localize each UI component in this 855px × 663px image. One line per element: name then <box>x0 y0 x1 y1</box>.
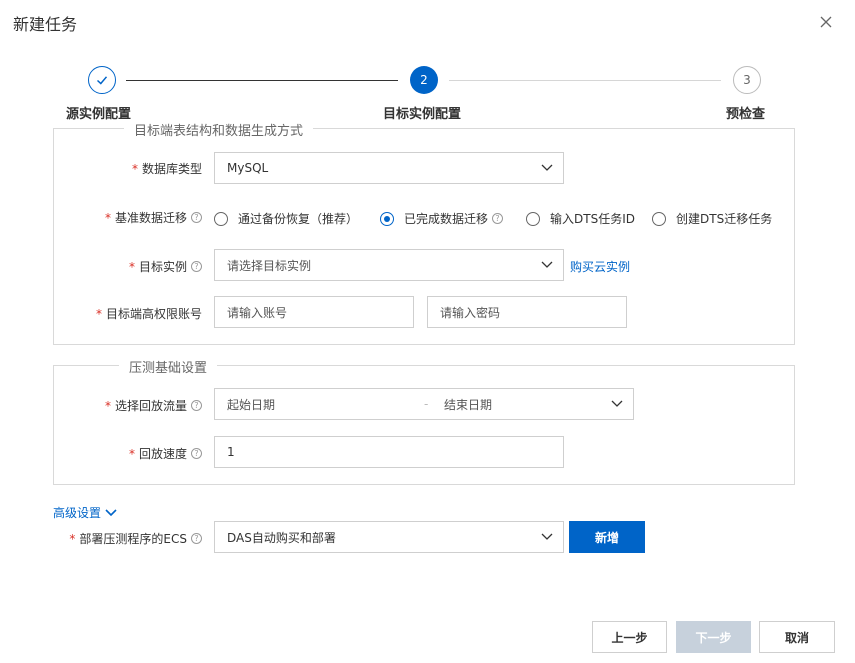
start-date-placeholder[interactable]: 起始日期 <box>227 396 275 413</box>
required-mark: * <box>104 210 111 225</box>
end-date-placeholder[interactable]: 结束日期 <box>444 396 492 413</box>
account-input[interactable]: 请输入账号 <box>214 296 414 328</box>
db-type-value: MySQL <box>227 161 269 175</box>
account-label-row: * 目标端高权限账号 <box>60 305 202 322</box>
target-section-legend: 目标端表结构和数据生成方式 <box>124 120 314 139</box>
radio-icon <box>526 211 540 226</box>
ecs-select[interactable]: DAS自动购买和部署 <box>214 521 564 553</box>
help-icon[interactable]: ? <box>191 533 202 544</box>
help-icon[interactable]: ? <box>191 400 202 411</box>
check-icon <box>96 76 108 85</box>
prev-step-button[interactable]: 上一步 <box>592 621 667 653</box>
chevron-down-icon <box>541 533 553 540</box>
traffic-label-row: * 选择回放流量 ? <box>60 397 202 414</box>
chevron-down-icon <box>541 261 553 268</box>
radio-icon-checked <box>380 211 394 226</box>
target-instance-label: 目标实例 <box>138 260 187 274</box>
speed-value: 1 <box>227 445 235 459</box>
radio-icon <box>214 211 228 226</box>
next-step-button[interactable]: 下一步 <box>676 621 751 653</box>
chevron-down-icon <box>611 400 623 407</box>
radio-dts-task-id[interactable]: 输入DTS任务ID <box>526 210 635 227</box>
speed-input[interactable]: 1 <box>214 436 564 468</box>
step-1-circle <box>88 66 116 94</box>
db-type-select[interactable]: MySQL <box>214 152 564 184</box>
chevron-down-icon <box>105 508 117 516</box>
radio-backup-restore[interactable]: 通过备份恢复（推荐） <box>214 210 358 227</box>
help-icon[interactable]: ? <box>191 448 202 459</box>
radio-label: 通过备份恢复（推荐） <box>238 212 359 226</box>
chevron-down-icon <box>541 164 553 171</box>
step-connector-2 <box>449 80 721 81</box>
radio-create-dts-task[interactable]: 创建DTS迁移任务 <box>652 210 772 227</box>
close-icon[interactable] <box>819 15 833 29</box>
radio-label: 输入DTS任务ID <box>550 212 635 226</box>
radio-label: 已完成数据迁移 <box>404 212 489 226</box>
ecs-label-row: * 部署压测程序的ECS ? <box>40 530 202 547</box>
required-mark: * <box>95 306 102 321</box>
radio-label: 创建DTS迁移任务 <box>676 212 773 226</box>
step-2-label: 目标实例配置 <box>383 107 462 122</box>
required-mark: * <box>104 398 111 413</box>
target-instance-label-row: * 目标实例 ? <box>60 258 202 275</box>
required-mark: * <box>128 259 135 274</box>
required-mark: * <box>69 531 76 546</box>
pressure-section-legend: 压测基础设置 <box>119 357 218 376</box>
ecs-label: 部署压测程序的ECS <box>79 532 187 546</box>
target-instance-select[interactable]: 请选择目标实例 <box>214 249 564 281</box>
speed-label: 回放速度 <box>138 447 187 461</box>
add-ecs-button[interactable]: 新增 <box>569 521 645 553</box>
help-icon[interactable]: ? <box>191 261 202 272</box>
step-3-circle: 3 <box>733 66 761 94</box>
speed-label-row: * 回放速度 ? <box>60 445 202 462</box>
dialog-title: 新建任务 <box>13 15 78 34</box>
traffic-label: 选择回放流量 <box>114 399 187 413</box>
db-type-label-row: * 数据库类型 <box>60 160 202 177</box>
help-icon[interactable]: ? <box>191 212 202 223</box>
required-mark: * <box>128 446 135 461</box>
baseline-label-row: * 基准数据迁移 ? <box>60 209 202 226</box>
db-type-label: 数据库类型 <box>141 162 202 176</box>
date-range-picker[interactable]: 起始日期 - 结束日期 <box>214 388 634 420</box>
date-separator: - <box>424 397 429 411</box>
step-3-label: 预检查 <box>726 107 766 122</box>
radio-icon <box>652 211 666 226</box>
required-mark: * <box>131 161 138 176</box>
cancel-button[interactable]: 取消 <box>759 621 835 653</box>
help-icon[interactable]: ? <box>492 213 504 224</box>
account-label: 目标端高权限账号 <box>105 307 202 321</box>
ecs-value: DAS自动购买和部署 <box>227 530 336 545</box>
step-connector-1 <box>126 80 398 81</box>
baseline-label: 基准数据迁移 <box>114 211 187 225</box>
advanced-settings-label: 高级设置 <box>53 506 102 520</box>
radio-migration-done[interactable]: 已完成数据迁移 ? <box>380 210 504 227</box>
advanced-settings-toggle[interactable]: 高级设置 <box>53 504 117 521</box>
buy-cloud-instance-link[interactable]: 购买云实例 <box>570 258 630 275</box>
password-input[interactable]: 请输入密码 <box>427 296 627 328</box>
step-2-circle: 2 <box>410 66 438 94</box>
password-placeholder: 请输入密码 <box>440 305 501 320</box>
step-1-label: 源实例配置 <box>66 107 132 122</box>
target-instance-placeholder: 请选择目标实例 <box>227 258 312 273</box>
account-placeholder: 请输入账号 <box>227 305 288 320</box>
